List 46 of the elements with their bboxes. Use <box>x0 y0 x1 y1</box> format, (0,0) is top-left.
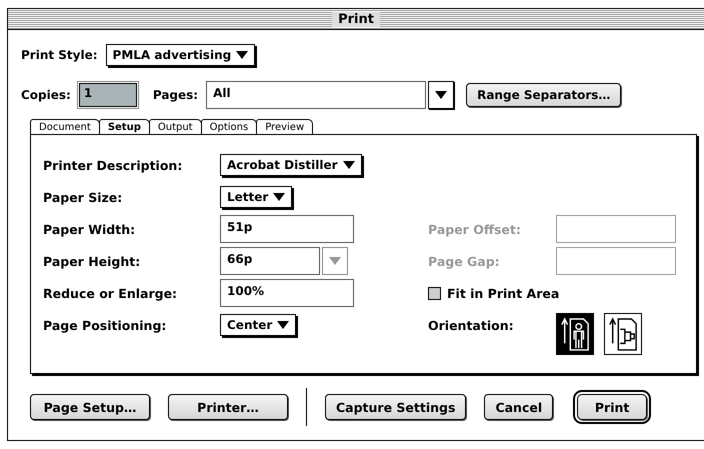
pages-dropdown-button[interactable] <box>428 81 454 109</box>
input-field[interactable] <box>556 215 676 243</box>
copies-label: Copies: <box>21 88 71 102</box>
dialog-button[interactable]: Capture Settings <box>325 394 466 420</box>
portrait-orientation-button[interactable] <box>556 313 594 355</box>
input-field[interactable]: 100% <box>220 279 354 307</box>
tab[interactable]: Document <box>30 119 100 134</box>
tab[interactable]: Preview <box>256 119 314 134</box>
field-label: Page Positioning: <box>43 318 168 332</box>
dropdown-button[interactable] <box>322 247 348 275</box>
print-style-popup[interactable]: PMLA advertising <box>106 44 256 66</box>
range-separators-button[interactable]: Range Separators… <box>466 83 622 107</box>
field-label: Paper Width: <box>43 222 136 236</box>
window-title: Print <box>332 12 380 26</box>
caret-icon <box>236 51 248 59</box>
copies-field[interactable]: 1 <box>78 83 137 107</box>
tab[interactable]: Options <box>200 119 258 134</box>
dialog-button[interactable]: Cancel <box>484 394 554 420</box>
orientation-label: Orientation: <box>428 318 515 332</box>
caret-icon <box>329 257 341 265</box>
caret-icon <box>435 91 448 99</box>
caret-icon <box>342 161 355 169</box>
dropdown[interactable]: Center <box>220 314 296 336</box>
input-field[interactable]: 66p <box>220 247 320 275</box>
caret-icon <box>277 321 290 329</box>
dropdown[interactable]: Acrobat Distiller <box>220 154 362 176</box>
field-label: Printer Description: <box>43 158 184 172</box>
input-field[interactable]: 51p <box>220 215 354 243</box>
pages-field[interactable]: All <box>206 81 426 109</box>
field-label: Page Gap: <box>428 254 501 268</box>
checkbox-label: Fit in Print Area <box>447 286 560 300</box>
landscape-orientation-button[interactable] <box>604 313 642 355</box>
caret-icon <box>273 193 286 201</box>
tab[interactable]: Setup <box>98 119 150 134</box>
field-label: Reduce or Enlarge: <box>43 286 178 300</box>
checkbox[interactable] <box>428 286 441 300</box>
field-label: Paper Height: <box>43 254 142 268</box>
dialog-button[interactable]: Page Setup… <box>30 394 150 420</box>
dialog-button[interactable]: Printer… <box>168 394 288 420</box>
dropdown[interactable]: Letter <box>220 186 292 208</box>
tab[interactable]: Output <box>148 119 202 134</box>
field-label: Paper Offset: <box>428 222 522 236</box>
input-field[interactable] <box>556 247 676 275</box>
pages-label: Pages: <box>152 88 198 102</box>
field-label: Paper Size: <box>43 190 124 204</box>
print-style-label: Print Style: <box>21 48 98 62</box>
